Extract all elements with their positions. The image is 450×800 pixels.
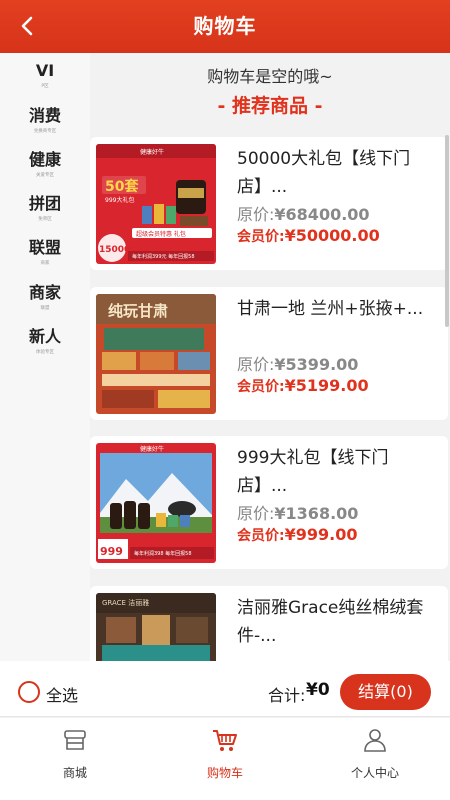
sidebar-item-sublabel: 联盟 xyxy=(40,305,50,311)
person-icon xyxy=(364,729,386,752)
checkout-button[interactable]: 结算(0) xyxy=(340,674,431,710)
product-card[interactable]: GRACE 洁丽雅 洁丽雅Grace纯丝棉绒套件-... xyxy=(90,586,448,661)
bottom-tabbar: 商城 购物车 个人中心 xyxy=(0,718,450,800)
cart-main: 购物车是空的哦~ - 推荐商品 - 健康好牛 50套 999大礼包 超级会员特惠… xyxy=(90,53,450,661)
member-price-label: 会员价: xyxy=(237,229,285,245)
member-price-label: 会员价: xyxy=(237,379,285,395)
store-icon xyxy=(64,730,86,750)
sidebar-item-label: VI xyxy=(35,61,55,80)
member-price: 会员价:¥5199.00 xyxy=(237,376,369,396)
original-price-value: ¥5399.00 xyxy=(274,355,359,374)
sidebar-item-health[interactable]: 健康 关爱专区 xyxy=(0,149,90,179)
member-price-value: ¥50000.00 xyxy=(284,226,380,245)
original-price-value: ¥68400.00 xyxy=(274,205,370,224)
sidebar-item-group-buy[interactable]: 拼团 免单区 xyxy=(0,193,90,223)
sidebar-item-vip[interactable]: VI P区 xyxy=(0,60,90,90)
member-price-label: 会员价: xyxy=(237,528,285,544)
select-all-radio[interactable] xyxy=(18,681,40,703)
original-price: 原价:¥68400.00 xyxy=(237,201,370,225)
member-price-value: ¥999.00 xyxy=(284,525,358,544)
tab-profile[interactable]: 个人中心 xyxy=(315,726,435,781)
product-card[interactable]: 健康好牛 999 每年利润398 每年回报58 999大礼包【线下门店】... … xyxy=(90,436,448,569)
sidebar-item-merchant[interactable]: 商家 联盟 xyxy=(0,282,90,312)
product-image[interactable]: 健康好牛 50套 999大礼包 超级会员特惠 礼包 150000 每年利润399… xyxy=(96,144,216,264)
product-card[interactable]: 健康好牛 50套 999大礼包 超级会员特惠 礼包 150000 每年利润399… xyxy=(90,137,448,270)
product-badge: 50套 xyxy=(105,178,138,195)
sidebar-item-sublabel: P区 xyxy=(41,83,49,89)
sidebar-item-label: 消费 xyxy=(28,106,61,125)
sidebar-item-label: 新人 xyxy=(28,327,61,346)
product-tag: 超级会员特惠 礼包 xyxy=(136,230,186,238)
total-value: ¥0 xyxy=(306,680,330,700)
product-image[interactable]: GRACE 洁丽雅 xyxy=(96,593,216,661)
product-name[interactable]: 50000大礼包【线下门店】... xyxy=(237,145,437,201)
original-price-value: ¥1368.00 xyxy=(274,504,359,523)
original-price-label: 原价: xyxy=(237,205,275,224)
product-foot: 每年利润398 每年回报58 xyxy=(134,550,192,557)
header-bar: 购物车 xyxy=(0,0,450,53)
product-brand: 健康好牛 xyxy=(140,148,164,156)
product-image[interactable]: 纯玩甘肃 xyxy=(96,294,216,414)
original-price: 原价:¥1368.00 xyxy=(237,500,358,524)
sidebar-item-sublabel: 关爱专区 xyxy=(35,172,54,178)
product-name[interactable]: 999大礼包【线下门店】... xyxy=(237,444,437,500)
sidebar-item-consume[interactable]: 消费 兑换商专区 xyxy=(0,105,90,135)
original-price-label: 原价: xyxy=(237,355,275,374)
original-price: 原价:¥5399.00 xyxy=(237,351,358,375)
product-badge-sub: 999大礼包 xyxy=(105,196,134,204)
tab-label: 商城 xyxy=(62,766,87,780)
total-label: 合计: xyxy=(268,686,306,705)
sidebar-item-sublabel: 体验专区 xyxy=(35,349,54,355)
original-price-label: 原价: xyxy=(237,504,275,523)
tab-cart[interactable]: 购物车 xyxy=(165,726,285,781)
member-price: 会员价:¥999.00 xyxy=(237,525,357,545)
recommend-heading: - 推荐商品 - xyxy=(217,95,323,117)
product-image[interactable]: 健康好牛 999 每年利润398 每年回报58 xyxy=(96,443,216,563)
sidebar-item-sublabel: 免单区 xyxy=(38,216,52,222)
member-price-value: ¥5199.00 xyxy=(284,376,369,395)
sidebar-item-alliance[interactable]: 联盟 商家 xyxy=(0,237,90,267)
scrollbar[interactable] xyxy=(445,135,449,327)
sidebar-item-sublabel: 商家 xyxy=(40,260,50,266)
sidebar-item-label: 联盟 xyxy=(28,238,61,257)
tab-label: 购物车 xyxy=(206,766,243,780)
product-foot: 每年利润399元 每年回报58 xyxy=(132,253,195,260)
sidebar-item-label: 健康 xyxy=(28,150,61,169)
select-all-label[interactable]: 全选 xyxy=(46,682,78,706)
category-sidebar: VI P区 消费 兑换商专区 健康 关爱专区 拼团 免单区 联盟 商家 商家 联… xyxy=(0,53,90,661)
sidebar-item-label: 拼团 xyxy=(28,194,61,213)
product-name[interactable]: 甘肃一地 兰州+张掖+... xyxy=(237,295,437,323)
product-brand: GRACE 洁丽雅 xyxy=(102,598,149,607)
product-badge: 纯玩甘肃 xyxy=(108,302,168,320)
product-thumb-price: 999 xyxy=(100,545,123,558)
product-name[interactable]: 洁丽雅Grace纯丝棉绒套件-... xyxy=(237,594,437,650)
tab-store[interactable]: 商城 xyxy=(15,726,135,781)
cart-summary-bar: 全选 合计: ¥0 结算(0) xyxy=(0,661,450,717)
sidebar-item-newcomer[interactable]: 新人 体验专区 xyxy=(0,326,90,356)
member-price: 会员价:¥50000.00 xyxy=(237,226,380,246)
sidebar-item-label: 商家 xyxy=(28,283,61,302)
product-brand: 健康好牛 xyxy=(140,445,164,453)
tab-label: 个人中心 xyxy=(350,766,399,780)
product-card[interactable]: 纯玩甘肃 甘肃一地 兰州+张掖+... 原价:¥5399.00 会员价:¥519… xyxy=(90,287,448,420)
empty-cart-message: 购物车是空的哦~ xyxy=(207,67,333,86)
cart-icon xyxy=(213,730,237,751)
sidebar-item-sublabel: 兑换商专区 xyxy=(33,128,57,134)
page-title: 购物车 xyxy=(193,14,257,38)
